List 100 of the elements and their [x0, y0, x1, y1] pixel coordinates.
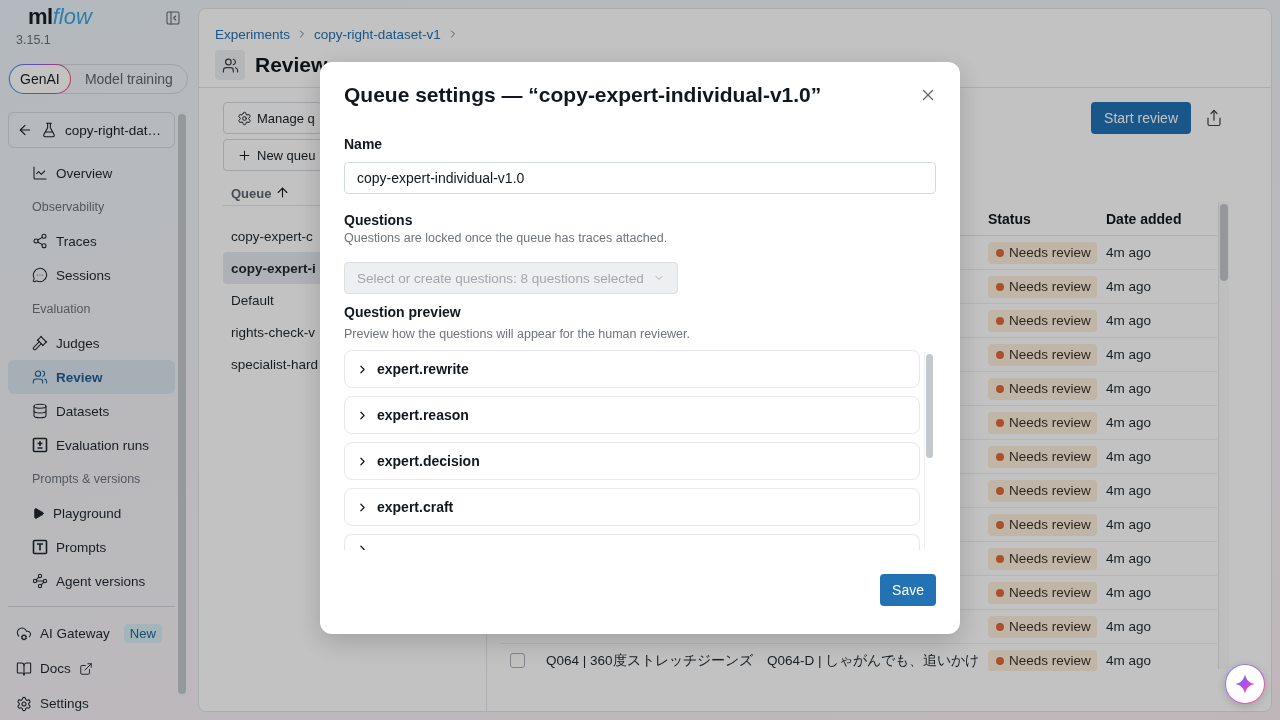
table-cell: 4m ago: [1106, 347, 1152, 362]
table-cell: 4m ago: [1106, 585, 1152, 600]
nav-item[interactable]: Evaluation runs: [8, 428, 175, 462]
queue-item[interactable]: copy-expert-c: [223, 220, 321, 252]
queue-item[interactable]: copy-expert-i: [223, 252, 321, 284]
table-cell: 4m ago: [1106, 415, 1152, 430]
users-icon: [32, 369, 48, 385]
queue-item[interactable]: rights-check-v: [223, 316, 321, 348]
scrollbar[interactable]: [924, 352, 933, 548]
book-icon: [16, 660, 32, 677]
nav-item[interactable]: Playground: [8, 496, 175, 530]
status-text: Needs review: [1009, 245, 1091, 260]
nav-item[interactable]: AI Gateway New: [8, 616, 175, 651]
settings-icon: [16, 695, 32, 712]
cloud-gear-icon: [16, 625, 32, 642]
plus-icon: [237, 147, 252, 163]
nav-section-label: Evaluation: [31, 301, 92, 318]
sparkle-icon: [1235, 674, 1255, 694]
scrollbar-thumb[interactable]: [1220, 204, 1228, 281]
status-dot-icon: [996, 588, 1004, 597]
collapse-sidebar-button[interactable]: [164, 9, 182, 27]
question-item[interactable]: expert.decision: [344, 442, 920, 480]
status-text: Needs review: [1009, 585, 1091, 600]
table-cell: 4m ago: [1106, 619, 1152, 634]
nav-item[interactable]: Settings: [8, 686, 175, 720]
new-queue-button[interactable]: New queu: [223, 139, 323, 171]
table-cell: 4m ago: [1106, 245, 1152, 260]
field-label: Questions: [344, 211, 414, 229]
experiment-back-button[interactable]: copy-right-dat…: [8, 112, 175, 148]
table-cell: 4m ago: [1106, 279, 1152, 294]
nav-item[interactable]: Agent versions: [8, 564, 175, 598]
flask-icon: [41, 122, 57, 138]
status-text: Needs review: [1009, 653, 1091, 668]
save-button[interactable]: Save: [880, 574, 936, 606]
connected-nodes-icon: [32, 233, 48, 249]
column-header: Status: [988, 210, 1031, 227]
plus-minus-square-icon: [32, 437, 48, 453]
app-logo: mlflow: [28, 6, 92, 28]
manage-queues-button[interactable]: Manage q: [223, 102, 322, 134]
nav-section-label: Observability: [31, 199, 106, 216]
table-cell: 4m ago: [1106, 483, 1152, 498]
table-cell: Q064-D | しゃがんでも、追いかけ: [767, 651, 980, 670]
question-item[interactable]: expert.rewrite: [344, 350, 920, 388]
status-dot-icon: [996, 350, 1004, 359]
table-cell: 4m ago: [1106, 653, 1152, 668]
new-badge: New: [123, 624, 162, 643]
start-review-button[interactable]: Start review: [1091, 102, 1191, 134]
breadcrumb-link[interactable]: Experiments: [215, 26, 291, 42]
play-icon: [32, 506, 45, 520]
question-item[interactable]: expert.reason: [344, 396, 920, 434]
status-dot-icon: [996, 452, 1004, 461]
nav-item[interactable]: Judges: [8, 326, 175, 360]
status-dot-icon: [996, 554, 1004, 563]
nav-item[interactable]: Datasets: [8, 394, 175, 428]
status-text: Needs review: [1009, 415, 1091, 430]
database-icon: [32, 403, 48, 419]
nav-item[interactable]: Traces: [8, 224, 175, 258]
collapse-sidebar-icon: [165, 10, 181, 26]
nav-item[interactable]: Prompts: [8, 530, 175, 564]
dialog-title: Queue settings — “copy-expert-individual-v1.0”: [344, 83, 822, 107]
breadcrumb-link[interactable]: copy-right-dataset-v1: [314, 26, 441, 42]
status-dot-icon: [996, 622, 1004, 631]
status-text: Needs review: [1009, 619, 1091, 634]
table-cell: Q064 | 360度ストレッチジーンズ: [546, 651, 753, 670]
line-chart-icon: [32, 165, 48, 181]
table-cell: 4m ago: [1106, 551, 1152, 566]
gavel-icon: [32, 335, 48, 351]
status-dot-icon: [996, 656, 1004, 665]
queue-item[interactable]: specialist-hard: [223, 348, 321, 380]
status-text: Needs review: [1009, 449, 1091, 464]
graph-nodes-icon: [32, 573, 48, 589]
nav-item[interactable]: Sessions: [8, 258, 175, 292]
chat-bubble-icon: [32, 267, 48, 283]
queue-item[interactable]: Default: [223, 284, 321, 316]
mode-tab[interactable]: Model training: [70, 64, 187, 94]
share-icon: [1205, 109, 1223, 127]
status-dot-icon: [996, 316, 1004, 325]
nav-item[interactable]: Review: [8, 360, 175, 394]
table-cell: 4m ago: [1106, 517, 1152, 532]
arrow-left-icon: [17, 122, 33, 138]
mode-tab[interactable]: GenAI: [9, 64, 71, 94]
question-item[interactable]: [344, 534, 920, 550]
column-header[interactable]: Queue: [231, 187, 272, 201]
question-item[interactable]: expert.craft: [344, 488, 920, 526]
status-dot-icon: [996, 248, 1004, 257]
status-dot-icon: [996, 282, 1004, 291]
status-dot-icon: [996, 486, 1004, 495]
scrollbar-thumb[interactable]: [926, 354, 933, 458]
nav-item[interactable]: Overview: [8, 156, 175, 190]
nav-section-label: Prompts & versions: [31, 471, 142, 488]
row-checkbox[interactable]: [510, 653, 525, 668]
status-text: Needs review: [1009, 347, 1091, 362]
nav-item[interactable]: Docs: [8, 651, 175, 686]
name-input[interactable]: copy-expert-individual-v1.0: [344, 162, 936, 194]
scrollbar[interactable]: [1218, 202, 1229, 669]
status-text: Needs review: [1009, 381, 1091, 396]
status-text: Needs review: [1009, 279, 1091, 294]
status-dot-icon: [996, 384, 1004, 393]
field-label: Question preview: [344, 303, 462, 321]
status-text: Needs review: [1009, 517, 1091, 532]
